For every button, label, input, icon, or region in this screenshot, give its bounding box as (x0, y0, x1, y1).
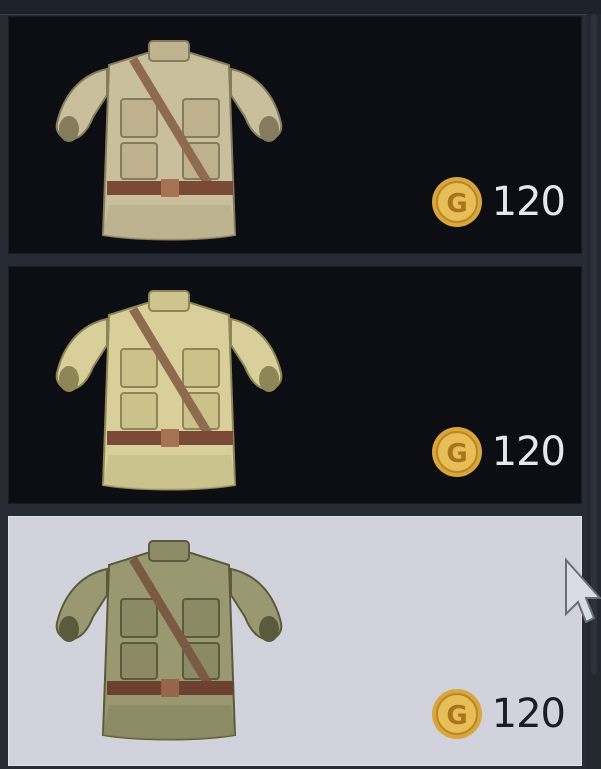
price-value: 120 (491, 691, 566, 737)
item-price: G 120 (430, 685, 566, 743)
item-price: G 120 (430, 423, 566, 481)
price-value: 120 (491, 179, 566, 225)
tunic-icon (55, 540, 283, 741)
shop-item-card[interactable]: G 120 (8, 266, 582, 504)
gold-coin-icon: G (431, 427, 482, 477)
shop-panel: G 120 G 120 G 120 (0, 0, 601, 769)
panel-top-strip (0, 0, 601, 15)
tunic-icon (55, 290, 283, 491)
gold-coin-icon: G (431, 689, 482, 739)
tunic-icon (55, 40, 283, 241)
svg-text:G: G (446, 189, 467, 219)
item-price: G 120 (430, 173, 566, 231)
shop-item-card-selected[interactable]: G 120 (8, 516, 582, 766)
mouse-cursor-icon (565, 557, 601, 624)
svg-text:G: G (446, 701, 467, 731)
price-value: 120 (491, 429, 566, 475)
shop-item-card[interactable]: G 120 (8, 16, 582, 254)
svg-text:G: G (446, 439, 467, 469)
scrollbar[interactable] (587, 14, 601, 769)
gold-coin-icon: G (431, 177, 482, 227)
